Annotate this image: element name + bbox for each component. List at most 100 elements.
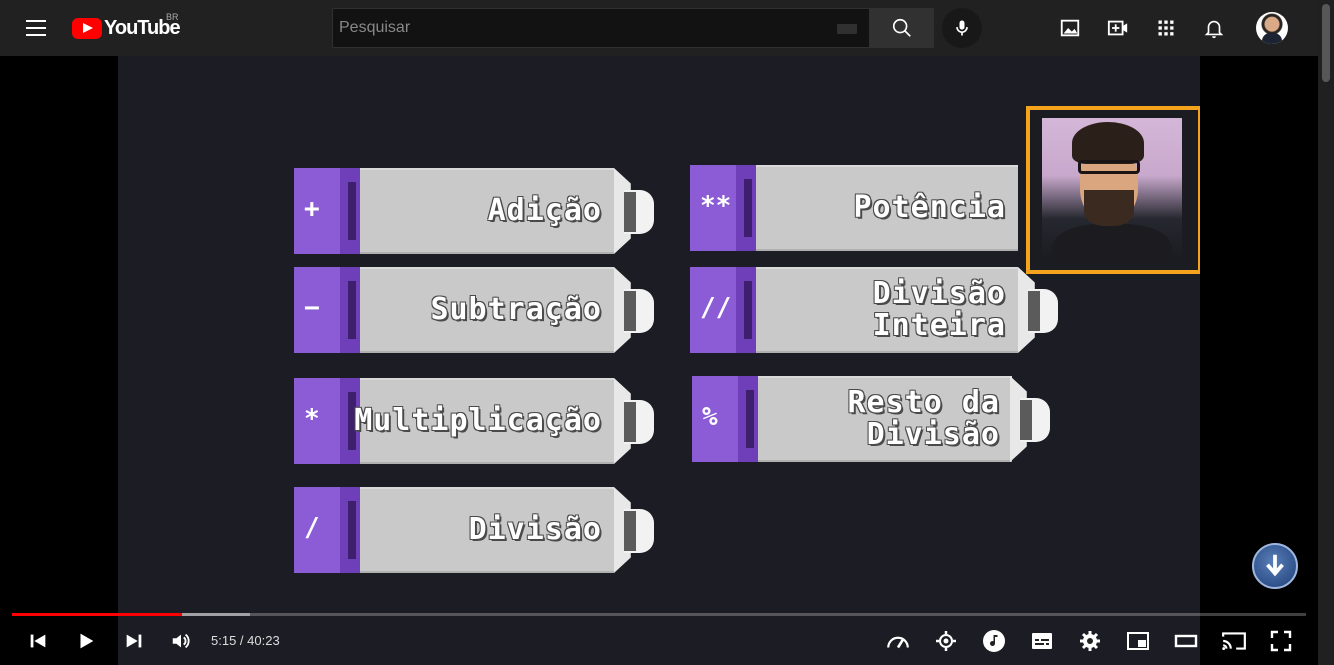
mute-button[interactable] [168,628,194,654]
operator-symbol-tile: ** [690,165,756,251]
fullscreen-button[interactable] [1268,628,1294,654]
search-input[interactable] [333,9,869,47]
download-extension-button[interactable] [1252,543,1298,589]
presenter-beard [1084,190,1134,226]
next-icon [126,634,142,648]
speedometer-icon [887,636,909,649]
operator-label-tile: Subtração [360,267,614,353]
fullscreen-icon [1270,630,1292,652]
scrollbar-thumb[interactable] [1322,4,1330,82]
keyboard-icon[interactable] [837,24,857,34]
operator-label-tile: Divisão Inteira [756,267,1018,353]
operator-label: Adição [487,193,602,228]
operator-label-tile: Multiplicação [354,378,614,464]
notifications-button[interactable] [1202,16,1226,40]
time-total: 40:23 [247,633,280,648]
search-box [332,8,870,48]
voice-search-button[interactable] [942,8,982,48]
operator-symbol-tile: − [294,267,360,353]
menu-icon[interactable] [24,16,48,40]
avatar[interactable] [1256,12,1288,44]
cast-button[interactable] [1221,628,1247,654]
block-cap-slot [624,511,636,551]
subtitles-icon [1032,633,1052,649]
operator-block: / Divisão [294,487,656,573]
country-code: BR [166,12,179,22]
player-controls: 5:15 / 40:23 [0,616,1318,665]
operator-block: − Subtração [294,267,656,353]
operator-block: ** Potência [690,165,1050,251]
add-video-icon [1107,20,1128,36]
top-bar: YouTube BR [0,0,1318,56]
extension-button[interactable] [933,628,959,654]
operator-block: + Adição [294,168,656,254]
time-current: 5:15 [211,633,237,648]
previous-icon [30,634,46,648]
operator-block: // Divisão Inteira [690,267,1062,353]
operator-symbol: + [304,194,320,224]
miniplayer-icon [1127,632,1149,650]
image-icon [1060,19,1080,37]
gear-outline-icon [936,631,956,651]
presenter-glasses [1078,160,1140,174]
next-button[interactable] [121,628,147,654]
download-arrow-icon [1266,554,1284,577]
search-button[interactable] [870,8,934,48]
bell-icon [1204,20,1224,39]
operator-label: Potência [853,190,1006,225]
theater-mode-button[interactable] [1173,628,1199,654]
youtube-logo[interactable]: YouTube BR [72,12,181,40]
music-note-icon [983,630,1005,652]
block-cap-slot [624,291,636,331]
operator-label-tile: Potência [756,165,1018,251]
youtube-play-icon [72,17,102,39]
operator-symbol: * [304,404,320,434]
play-icon [80,633,94,649]
operator-block: % Resto da Divisão [692,376,1054,462]
block-cap-slot [624,192,636,232]
operator-label: Divisão [468,512,602,547]
operator-symbol: − [304,293,320,323]
operator-symbol-tile: + [294,168,360,254]
operator-symbol-tile: / [294,487,360,573]
subtitles-button[interactable] [1029,628,1055,654]
play-button[interactable] [73,628,99,654]
operator-symbol-tile: * [294,378,360,464]
presenter-video [1042,118,1182,262]
volume-icon [172,633,190,649]
operator-symbol: // [700,293,732,323]
cast-icon [1222,632,1246,650]
page-scrollbar[interactable] [1318,0,1334,665]
create-post-button[interactable] [1058,16,1082,40]
operator-symbol: / [304,513,320,543]
music-button[interactable] [981,628,1007,654]
block-cap-slot [1020,400,1032,440]
apps-icon [1158,20,1174,36]
operator-label: Divisão Inteira [872,276,1006,343]
operator-label-tile: Adição [360,168,614,254]
previous-button[interactable] [25,628,51,654]
create-video-button[interactable] [1106,16,1130,40]
apps-button[interactable] [1154,16,1178,40]
presenter-body [1052,224,1172,262]
block-cap-slot [1028,291,1040,331]
search-icon [892,18,911,37]
mic-icon [956,20,968,36]
operator-label: Multiplicação [354,403,602,438]
playback-speed-button[interactable] [885,628,911,654]
operator-symbol: ** [700,191,732,221]
gear-icon [1080,631,1100,651]
settings-button[interactable] [1077,628,1103,654]
time-display: 5:15 / 40:23 [211,633,280,648]
operator-label-tile: Resto da Divisão [758,376,1012,462]
block-cap-slot [624,402,636,442]
operator-symbol-tile: % [692,376,758,462]
operator-block: * Multiplicação [294,378,656,464]
theater-icon [1174,634,1198,648]
video-player[interactable]: + Adição − Subtração * Multiplicação / D… [0,56,1318,665]
operator-label-tile: Divisão [360,487,614,573]
video-frame[interactable]: + Adição − Subtração * Multiplicação / D… [118,56,1200,665]
presenter-hair [1072,122,1144,164]
operator-symbol-tile: // [690,267,756,353]
miniplayer-button[interactable] [1125,628,1151,654]
